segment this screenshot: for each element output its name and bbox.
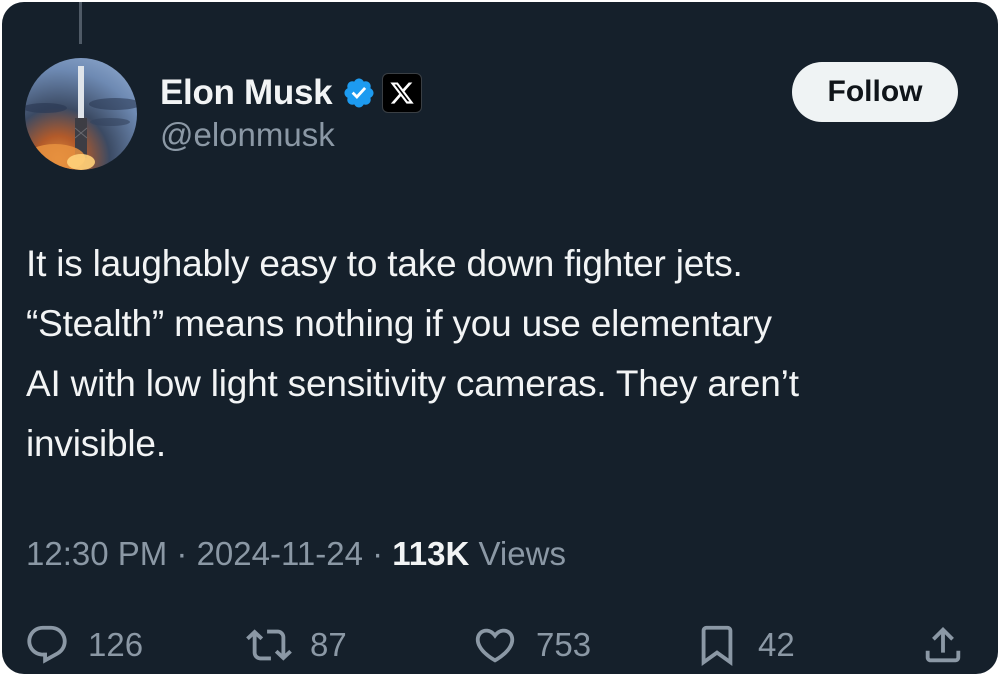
repost-count: 87 (310, 626, 347, 663)
thread-line (79, 2, 82, 44)
reply-icon (27, 625, 67, 664)
heart-icon (475, 628, 515, 663)
like-button[interactable]: 753 (472, 617, 591, 673)
views-count: 113K (392, 535, 470, 572)
repost-icon (246, 629, 292, 661)
tweet-text-line: invisible. (26, 423, 166, 464)
meta-separator: · (362, 535, 393, 572)
tweet-text-line: It is laughably easy to take down fighte… (26, 243, 743, 284)
tweet-meta: 12:30 PM · 2024-11-24 · 113K Views (26, 535, 566, 573)
bookmark-button[interactable]: 42 (694, 617, 795, 673)
repost-button[interactable]: 87 (246, 617, 347, 673)
reply-button[interactable]: 126 (24, 617, 143, 673)
like-count: 753 (536, 626, 592, 663)
share-icon (925, 626, 961, 663)
author-name[interactable]: Elon Musk (160, 73, 333, 113)
bookmark-icon (701, 625, 733, 666)
views-label: Views (469, 535, 566, 572)
reply-count: 126 (88, 626, 144, 663)
bookmark-count: 42 (758, 626, 795, 663)
share-button[interactable] (920, 617, 966, 673)
tweet-text: It is laughably easy to take down fighte… (26, 234, 976, 474)
tweet-time[interactable]: 12:30 PM (26, 535, 167, 572)
avatar[interactable] (25, 58, 137, 170)
avatar-rocket-image (25, 66, 137, 170)
follow-button[interactable]: Follow (792, 62, 958, 122)
author-handle[interactable]: @elonmusk (160, 116, 335, 154)
action-bar: 126 87 753 42 (2, 617, 998, 673)
meta-separator: · (167, 535, 197, 572)
tweet-text-line: “Stealth” means nothing if you use eleme… (26, 303, 772, 344)
tweet-text-line: AI with low light sensitivity cameras. T… (26, 363, 799, 404)
tweet-date[interactable]: 2024-11-24 (197, 535, 363, 572)
tweet-card: Elon Musk @elonmusk Follow It is laughab… (2, 2, 998, 674)
x-affiliate-icon (382, 73, 423, 113)
verified-badge-icon (344, 78, 374, 108)
